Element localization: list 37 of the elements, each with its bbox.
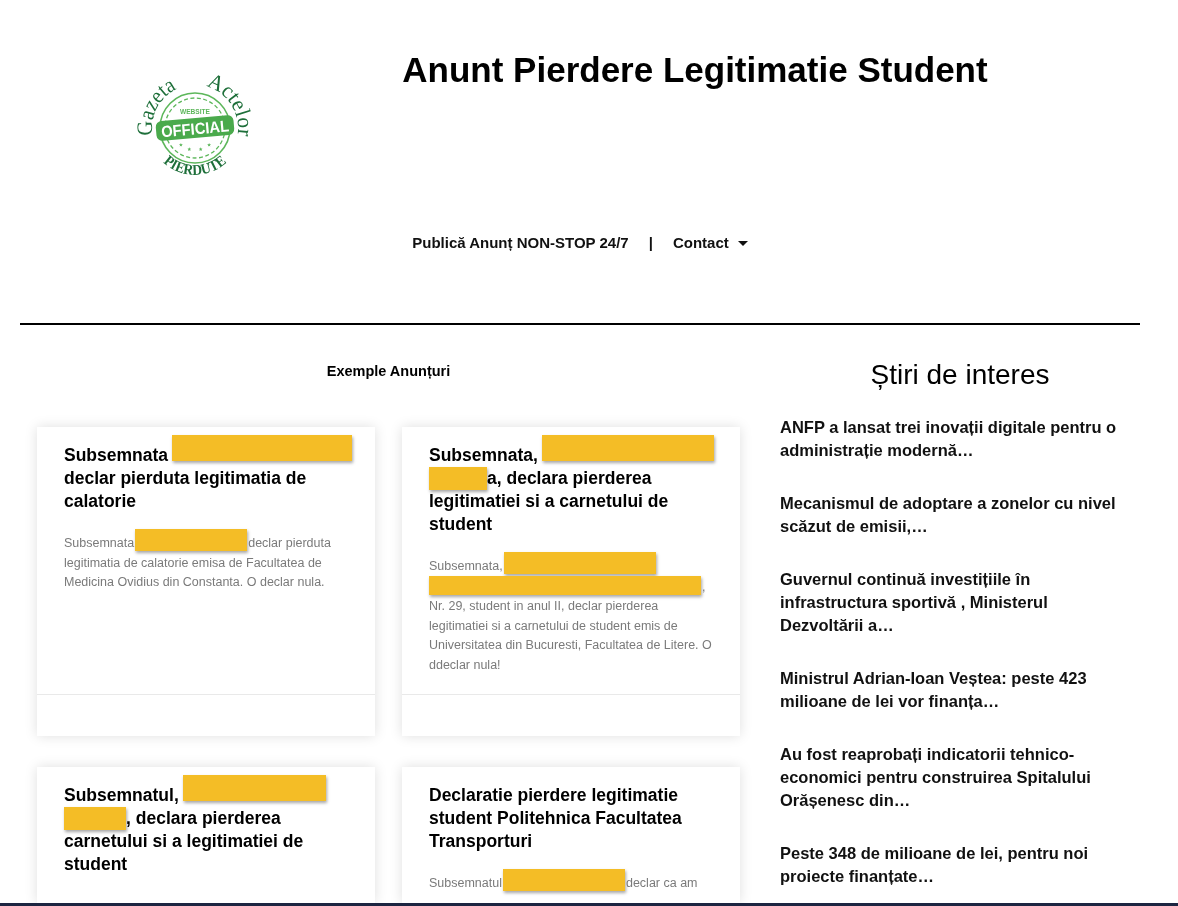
page-title: Anunt Pierdere Legitimatie Student (402, 49, 988, 91)
card-text: Subsemnata, (429, 559, 503, 573)
logo-subtitle-text: PIERDUTE (160, 151, 230, 179)
card-title-text[interactable]: Subsemnatul, (64, 785, 179, 805)
star-icon (198, 147, 203, 151)
nav-link[interactable]: Publică Anunț NON-STOP 24/7 (412, 231, 629, 255)
card-text: , (702, 579, 706, 594)
card-title-text[interactable]: , declara pierderea (126, 808, 281, 828)
card-text: legitimatia de calatorie emisa de Facultatea de Medicina Ovidius din Constanta. O declar nula. (64, 554, 326, 591)
news-heading: Știri de interes (869, 358, 1051, 392)
card-title-text[interactable]: Declaratie pierdere legitimatie student Politehnica Facultatea Transporturi (429, 784, 716, 853)
redaction-bar (64, 807, 126, 830)
card-text: Subsemnata (64, 536, 135, 550)
card-title-text[interactable]: Subsemnata, (429, 445, 538, 465)
card-text: declar ca am (625, 876, 698, 890)
card-text: declar pierduta (248, 536, 331, 550)
star-icon (186, 147, 191, 151)
news-link[interactable]: Mecanismul de adoptare a zonelor cu nivel scăzut de emisii,… (780, 492, 1130, 538)
card-text: Nr. 29, student in anul II, declar pierderea legitimatiei si a carnetului de student emis de Universitatea din Bucuresti, Facultatea de Litere. O ddeclar nula! (429, 598, 713, 674)
news-link[interactable]: Au fost reaprobați indicatorii tehnico-economici pentru construirea Spitalului Orășenesc din… (780, 743, 1130, 812)
section-heading: Exemple Anunțuri (326, 362, 451, 381)
star-icon (206, 142, 211, 147)
news-link[interactable]: Guvernul continuă investițiile în infrastructura sportivă , Ministerul Dezvoltării a… (780, 568, 1130, 637)
news-link[interactable]: Ministrul Adrian-Ioan Veștea: peste 423 milioane de lei vor finanța… (780, 667, 1130, 713)
nav-separator: | (648, 232, 653, 253)
redaction-bar (429, 467, 487, 490)
contact-dropdown[interactable]: Contact (672, 231, 748, 255)
card-text: Subsemnatul (429, 876, 502, 890)
caret-icon (737, 240, 748, 246)
card-title-text[interactable]: legitimatiei si a carnetului de student (429, 490, 716, 536)
card-title-text[interactable]: declar pierduta legitimatia de calatorie (64, 467, 351, 513)
news-link[interactable]: Peste 348 de milioane de lei, pentru noi proiecte finanțate… (780, 842, 1130, 888)
star-icon (178, 142, 183, 147)
card-title-text[interactable]: a, declara pierderea (487, 468, 652, 488)
news-link[interactable]: ANFP a lansat trei inovații digitale pentru o administrație modernă… (780, 416, 1130, 462)
card-title-text[interactable]: Subsemnata (64, 445, 169, 465)
card-title-text[interactable]: carnetului si a legitimatiei de student (64, 830, 351, 876)
